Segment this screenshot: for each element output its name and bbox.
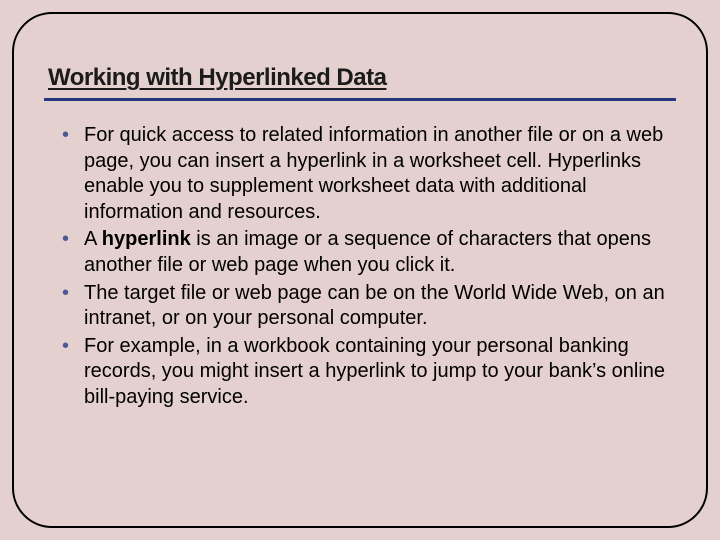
bullet-list: For quick access to related information … (44, 123, 676, 411)
list-item: The target file or web page can be on th… (60, 281, 666, 332)
bullet-text: A (84, 228, 102, 250)
bullet-text: For quick access to related information … (84, 124, 663, 223)
list-item: A hyperlink is an image or a sequence of… (60, 227, 666, 278)
bullet-text: For example, in a workbook containing yo… (84, 335, 665, 408)
list-item: For quick access to related information … (60, 123, 666, 225)
slide-title: Working with Hyperlinked Data (44, 64, 676, 92)
bullet-text: The target file or web page can be on th… (84, 282, 665, 330)
bullet-bold: hyperlink (102, 228, 191, 250)
list-item: For example, in a workbook containing yo… (60, 334, 666, 411)
title-underline-rule (44, 98, 676, 101)
slide-frame: Working with Hyperlinked Data For quick … (12, 12, 708, 528)
